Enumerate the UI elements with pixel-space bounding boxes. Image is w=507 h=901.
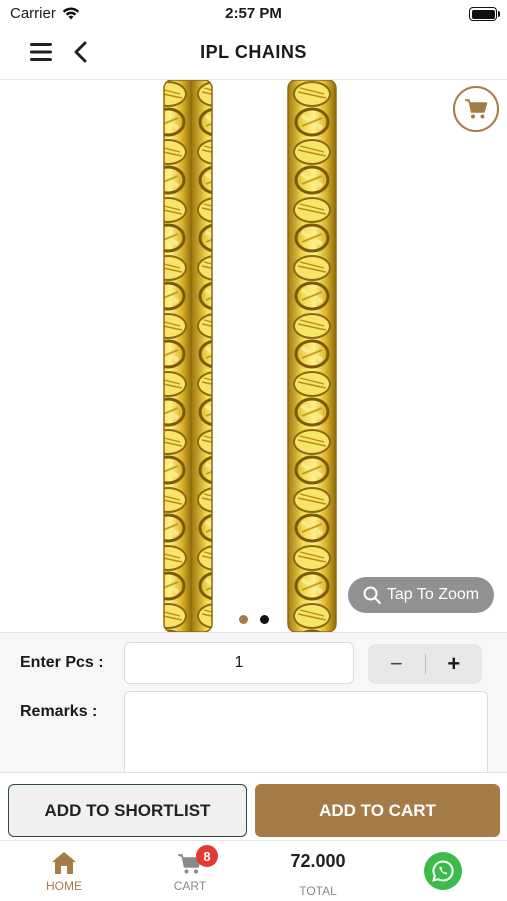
cart-icon <box>465 99 488 119</box>
cart-shortcut-button[interactable] <box>453 86 499 132</box>
add-to-cart-button[interactable]: ADD TO CART <box>255 784 500 837</box>
page-indicator-dot-1[interactable] <box>239 615 248 624</box>
pcs-input[interactable]: 1 <box>124 642 354 684</box>
increment-button[interactable]: + <box>426 651 483 677</box>
product-image <box>163 80 337 632</box>
remarks-input[interactable] <box>124 691 488 781</box>
tab-home[interactable]: HOME <box>24 841 104 901</box>
battery-icon <box>469 7 500 21</box>
whatsapp-icon <box>432 860 454 882</box>
tab-home-label: HOME <box>46 879 82 893</box>
total-label: TOTAL <box>299 884 337 898</box>
remarks-label: Remarks : <box>20 703 98 720</box>
pcs-label: Enter Pcs : <box>20 654 104 671</box>
home-icon <box>52 852 76 874</box>
search-icon <box>363 586 381 604</box>
add-to-shortlist-button[interactable]: ADD TO SHORTLIST <box>8 784 247 837</box>
status-bar: Carrier 2:57 PM <box>0 0 507 28</box>
clock: 2:57 PM <box>225 5 282 22</box>
page-indicator-dot-2[interactable] <box>260 615 269 624</box>
cart-count-badge: 8 <box>196 845 218 867</box>
product-image-gallery[interactable]: Tap To Zoom <box>0 80 507 632</box>
bottom-tab-bar: HOME CART 8 72.000 TOTAL <box>0 840 507 901</box>
quantity-stepper: − + <box>368 644 482 684</box>
action-bar: ADD TO SHORTLIST ADD TO CART <box>0 772 507 841</box>
tap-to-zoom-button[interactable]: Tap To Zoom <box>348 577 494 613</box>
whatsapp-button[interactable] <box>424 852 462 890</box>
tab-cart[interactable]: CART <box>150 841 230 901</box>
decrement-button[interactable]: − <box>368 651 425 677</box>
tap-to-zoom-label: Tap To Zoom <box>386 586 480 603</box>
order-form: Enter Pcs : 1 − + Remarks : <box>0 632 507 781</box>
page-title: IPL CHAINS <box>200 42 307 62</box>
nav-bar: IPL CHAINS <box>0 28 507 80</box>
total-value: 72.000 <box>290 851 346 871</box>
tab-cart-label: CART <box>173 879 207 893</box>
